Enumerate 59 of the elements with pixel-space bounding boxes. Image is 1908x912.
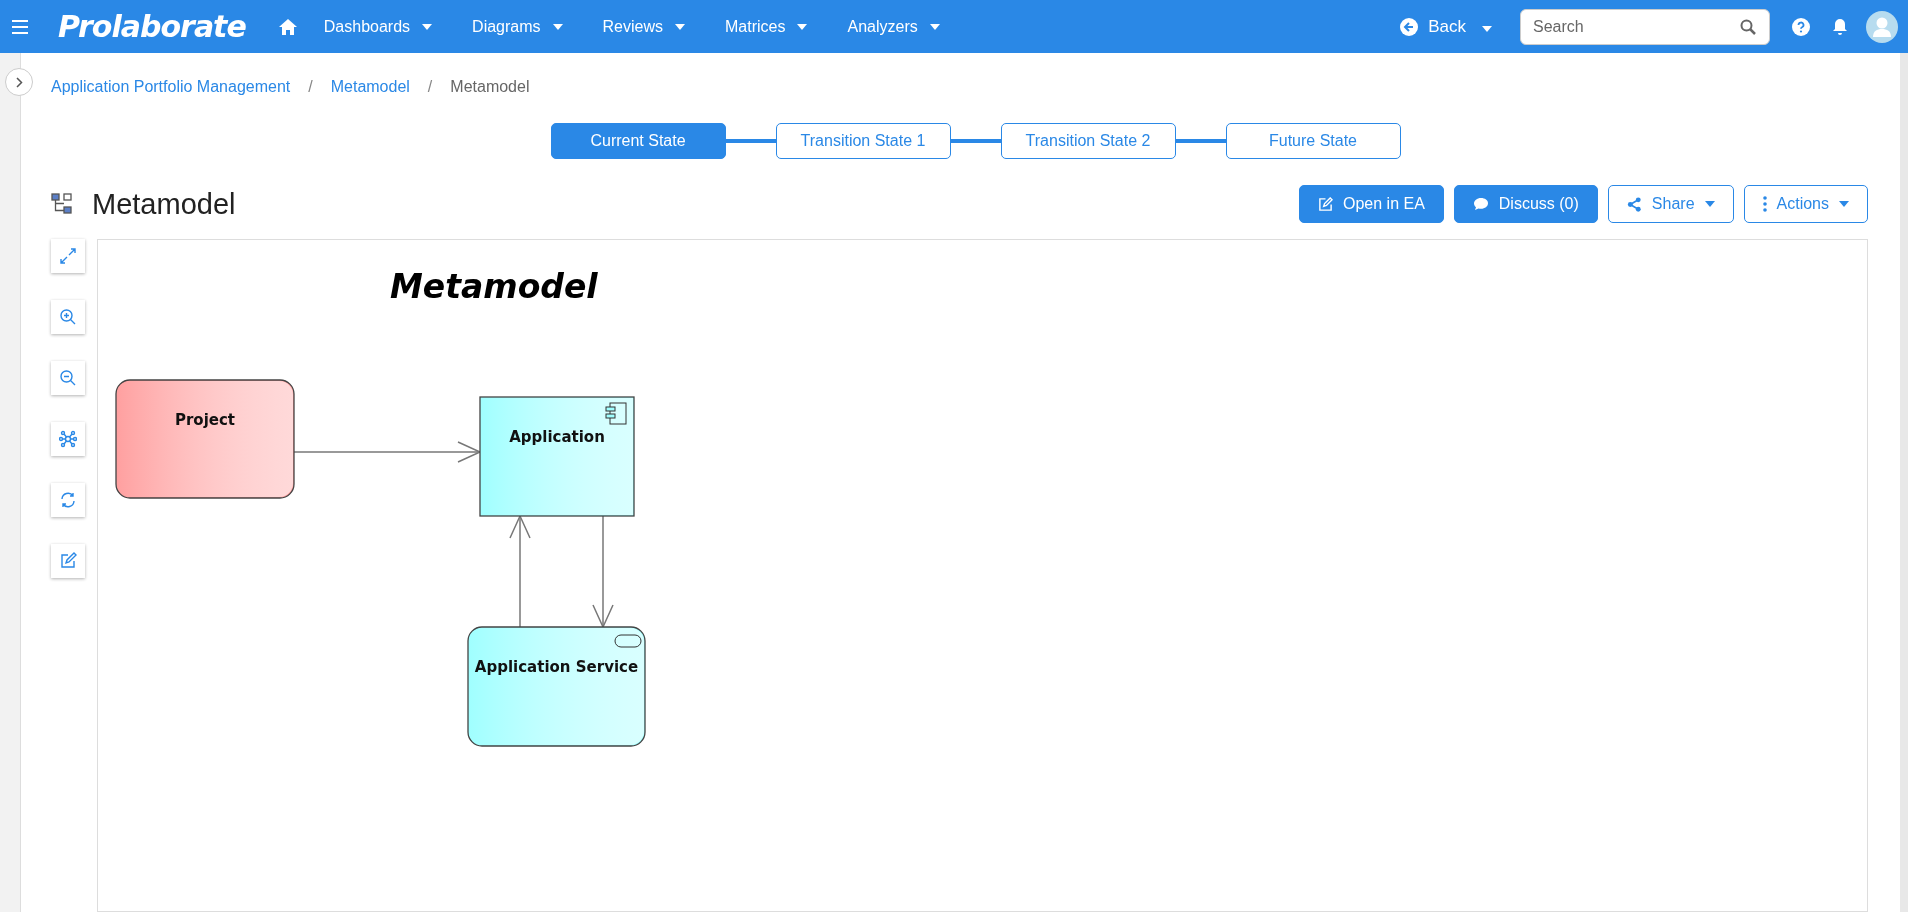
search-icon [1740, 18, 1756, 35]
diagram-node: Application Service [467, 626, 646, 747]
action-button[interactable]: Share [1607, 185, 1734, 223]
nav-menu[interactable]: Analyzers [843, 17, 944, 36]
caret-icon [1482, 25, 1492, 32]
more-icon [1762, 196, 1767, 212]
breadcrumb-link[interactable]: Metamodel [330, 78, 410, 98]
menu-icon[interactable] [12, 19, 28, 34]
breadcrumb-separator: / [308, 78, 313, 97]
expand-sidebar-button[interactable] [5, 68, 33, 96]
zoom-in-icon [59, 308, 77, 326]
home-icon[interactable] [277, 17, 298, 36]
chevron-right-icon [15, 76, 23, 88]
help-icon[interactable] [1792, 17, 1810, 36]
avatar-icon[interactable] [1866, 10, 1898, 43]
caret-icon [929, 23, 940, 30]
nav-menu[interactable]: Matrices [721, 17, 812, 36]
caret-icon [675, 23, 686, 30]
share-icon [1626, 196, 1642, 212]
nav-menu[interactable]: Diagrams [468, 17, 567, 36]
diagram-tool-button[interactable] [51, 483, 85, 517]
state-tab[interactable]: Current State [550, 123, 726, 159]
diagram-tool-button[interactable] [51, 239, 85, 273]
diagram-tool-button[interactable] [51, 361, 85, 395]
bell-icon[interactable] [1832, 17, 1848, 36]
breadcrumb-separator: / [427, 78, 433, 97]
state-tab[interactable]: Transition State 1 [775, 123, 951, 159]
caret-icon [797, 23, 808, 30]
nav-menu[interactable]: Dashboards [319, 17, 437, 36]
expand-icon [59, 247, 77, 265]
diagram-tool-button[interactable] [51, 544, 85, 578]
state-tab[interactable]: Future State [1225, 123, 1401, 159]
refresh-icon [59, 491, 77, 509]
breadcrumb-link[interactable]: Application Portfolio Management [51, 78, 291, 98]
state-tab[interactable]: Transition State 2 [1000, 123, 1176, 159]
edit-icon [59, 552, 77, 570]
logo[interactable]: Prolaborate [58, 9, 246, 44]
action-button[interactable]: Actions [1743, 185, 1868, 223]
back-button[interactable]: Back [1394, 15, 1498, 38]
diagram-icon [51, 193, 73, 215]
caret-icon [422, 23, 433, 30]
zoom-out-icon [59, 369, 77, 387]
diagram-node: Project [115, 379, 295, 499]
diagram-node: Application [479, 396, 635, 517]
nav-menu[interactable]: Reviews [598, 17, 690, 36]
breadcrumb-current: Metamodel [450, 78, 530, 97]
network-icon [59, 430, 77, 448]
speech-bubble-icon [1472, 197, 1489, 211]
caret-icon [1704, 201, 1715, 207]
page-title: Metamodel [92, 187, 236, 221]
action-button[interactable]: Discuss (0) [1453, 185, 1598, 223]
action-button[interactable]: Open in EA [1299, 185, 1444, 223]
edit-icon [1318, 196, 1333, 212]
caret-icon [1839, 201, 1849, 207]
diagram-title: Metamodel [390, 267, 598, 306]
caret-icon [552, 23, 563, 30]
diagram-tool-button[interactable] [51, 300, 85, 334]
search-field[interactable]: Search [1520, 8, 1770, 45]
diagram-tool-button[interactable] [51, 422, 85, 456]
